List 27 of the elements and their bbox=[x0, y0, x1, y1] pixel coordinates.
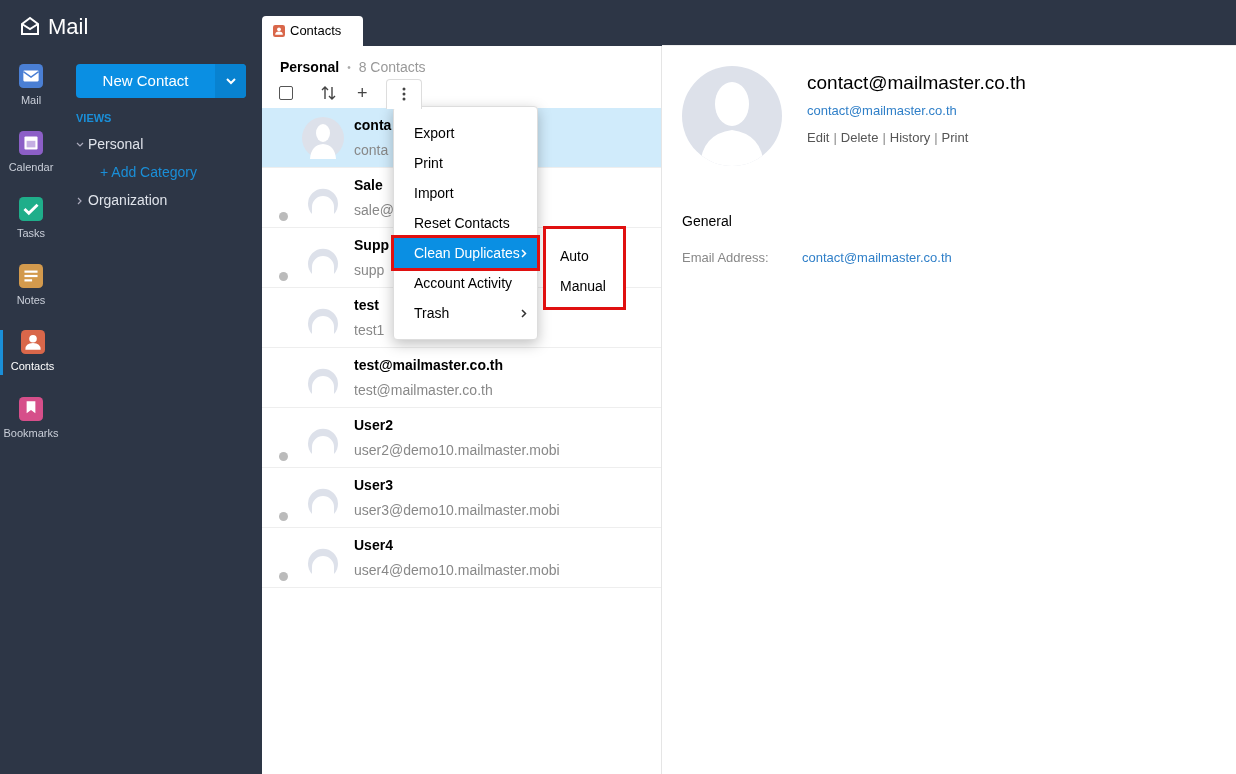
contact-name: test@mailmaster.co.th bbox=[354, 355, 504, 375]
contact-name: test bbox=[354, 295, 380, 315]
views-heading: VIEWS bbox=[76, 111, 113, 126]
list-title: Personal bbox=[280, 58, 340, 77]
separator: | bbox=[934, 129, 938, 147]
contact-email: user4@demo10.mailmaster.mobi bbox=[354, 560, 560, 580]
contact-name: conta bbox=[354, 115, 392, 135]
separator: • bbox=[347, 61, 351, 75]
app-title: Mail bbox=[48, 12, 89, 41]
separator: | bbox=[882, 129, 886, 147]
contact-name: Supp bbox=[354, 235, 389, 255]
contact-email: supp bbox=[354, 260, 386, 280]
contact-name: Sale bbox=[354, 175, 384, 195]
contact-email: user2@demo10.mailmaster.mobi bbox=[354, 440, 560, 460]
contact-name: User4 bbox=[354, 535, 394, 555]
separator: | bbox=[833, 129, 837, 147]
contact-email: test@mailmaster.co.th bbox=[354, 380, 494, 400]
contact-email: conta bbox=[354, 140, 390, 160]
contact-email: user3@demo10.mailmaster.mobi bbox=[354, 500, 560, 520]
section-heading: General bbox=[682, 212, 733, 231]
contact-name: contact@mailmaster.co.th bbox=[807, 71, 1026, 95]
contact-email: test1 bbox=[354, 320, 385, 340]
contact-email: sale@ bbox=[354, 200, 394, 220]
field-label: Email Address: bbox=[682, 249, 770, 267]
contact-name: User3 bbox=[354, 475, 394, 495]
contact-name: User2 bbox=[354, 415, 394, 435]
contact-count: 8 Contacts bbox=[358, 58, 426, 77]
